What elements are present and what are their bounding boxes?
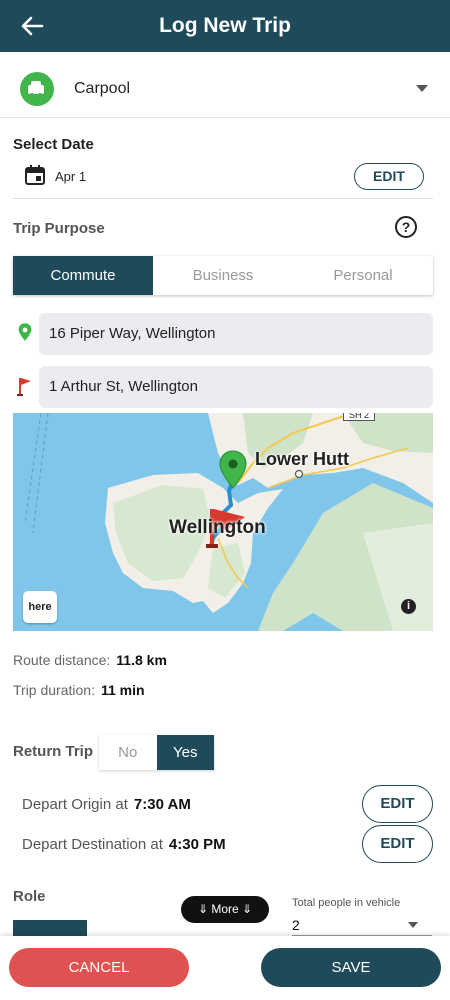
return-trip-yes[interactable]: Yes (156, 735, 214, 770)
destination-input[interactable]: 1 Arthur St, Wellington (39, 366, 433, 408)
route-distance-value: 11.8 km (116, 652, 167, 668)
purpose-option-business[interactable]: Business (153, 256, 293, 295)
role-label: Role (13, 888, 46, 905)
route-map[interactable]: SH 2 Lower Hutt Wellington here i (13, 413, 433, 631)
more-button[interactable]: ⇓ More ⇓ (181, 896, 269, 923)
route-distance-label: Route distance: (13, 652, 111, 668)
return-trip-no[interactable]: No (99, 735, 157, 770)
purpose-option-commute[interactable]: Commute (13, 256, 153, 295)
origin-pin-icon (18, 323, 32, 341)
origin-input[interactable]: 16 Piper Way, Wellington (39, 313, 433, 355)
divider (13, 198, 433, 199)
map-info-icon[interactable]: i (401, 599, 416, 614)
map-label-lower-hutt: Lower Hutt (255, 449, 349, 469)
highway-shield: SH 2 (343, 413, 375, 421)
people-select[interactable]: 2 (292, 917, 300, 933)
trip-duration-value: 11 min (100, 682, 145, 698)
destination-flag-icon (17, 378, 31, 396)
mode-label: Carpool (74, 80, 131, 97)
date-value: Apr 1 (55, 169, 87, 184)
people-caret-icon (408, 922, 418, 928)
edit-date-button[interactable]: EDIT (354, 163, 424, 190)
trip-duration: Trip duration: 11 min (13, 682, 145, 698)
return-trip-toggle: No Yes (99, 735, 214, 770)
trip-purpose-title: Trip Purpose (13, 220, 105, 237)
role-option-selected[interactable] (13, 920, 87, 936)
select-date-title: Select Date (13, 136, 94, 153)
depart-origin-time: 7:30 AM (133, 796, 191, 813)
route-distance: Route distance: 11.8 km (13, 652, 167, 668)
trip-duration-label: Trip duration: (13, 682, 95, 698)
return-trip-label: Return Trip (13, 743, 94, 760)
destination-row: 1 Arthur St, Wellington (13, 366, 433, 408)
trip-purpose-segmented-control: Commute Business Personal (13, 256, 433, 295)
page-title: Log New Trip (159, 14, 291, 37)
here-logo: here (23, 591, 57, 623)
edit-depart-origin-button[interactable]: EDIT (362, 785, 433, 823)
bottom-action-bar: CANCEL SAVE (0, 936, 450, 1000)
depart-destination-row: Depart Destination at 4:30 PM (22, 836, 226, 853)
save-button[interactable]: SAVE (261, 948, 441, 987)
mode-selector[interactable]: Carpool (0, 60, 450, 118)
depart-destination-time: 4:30 PM (168, 836, 226, 853)
dropdown-caret-icon (416, 85, 428, 92)
map-label-wellington: Wellington (169, 517, 266, 538)
purpose-option-personal[interactable]: Personal (293, 256, 433, 295)
origin-row: 16 Piper Way, Wellington (13, 313, 433, 355)
carpool-icon (20, 72, 54, 106)
depart-origin-label: Depart Origin at (22, 796, 128, 813)
depart-origin-row: Depart Origin at 7:30 AM (22, 796, 191, 813)
cancel-button[interactable]: CANCEL (9, 948, 189, 987)
help-icon[interactable]: ? (395, 216, 417, 238)
app-header: Log New Trip (0, 0, 450, 52)
edit-depart-destination-button[interactable]: EDIT (362, 825, 433, 863)
calendar-icon (25, 165, 45, 185)
people-label: Total people in vehicle (292, 897, 401, 909)
depart-destination-label: Depart Destination at (22, 836, 163, 853)
